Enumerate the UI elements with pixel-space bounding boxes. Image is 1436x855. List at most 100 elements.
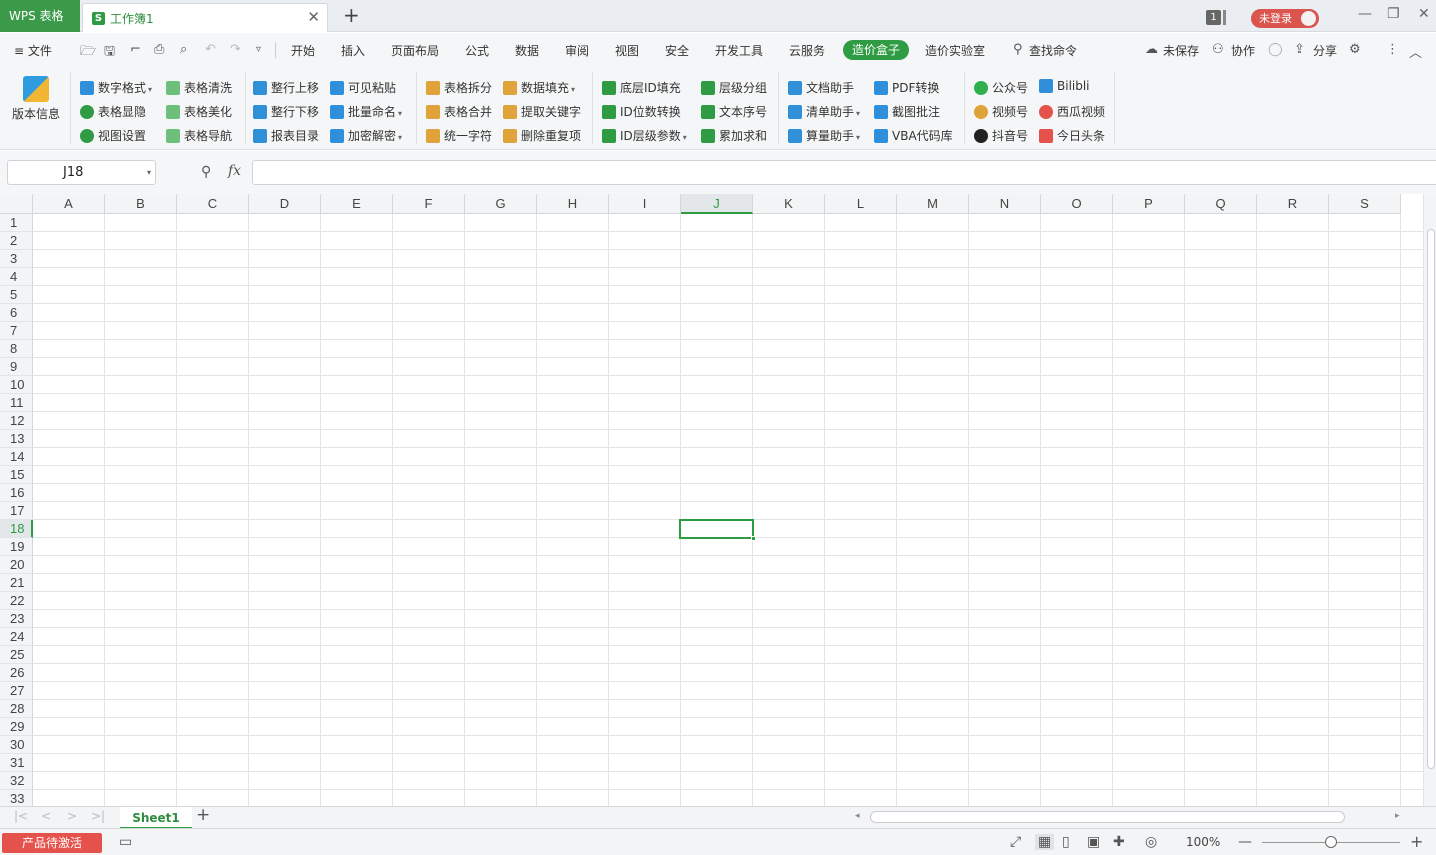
row-header[interactable]: 20 — [0, 556, 33, 574]
save-icon[interactable]: 🖫 — [104, 42, 115, 64]
row-header[interactable]: 3 — [0, 250, 33, 268]
print-preview-icon[interactable]: ⌕ — [180, 42, 187, 57]
video-account-button[interactable]: 视频号 — [974, 103, 1028, 121]
report-directory-button[interactable]: 报表目录 — [253, 127, 319, 145]
document-tab[interactable]: S 工作簿1 ✕ — [82, 3, 328, 32]
row-header[interactable]: 11 — [0, 394, 33, 412]
id-digits-convert-button[interactable]: ID位数转换 — [602, 103, 681, 121]
fullscreen-icon[interactable]: ⤢ — [1010, 834, 1021, 850]
collapse-ribbon-icon[interactable]: ︿ — [1409, 42, 1422, 61]
row-header[interactable]: 31 — [0, 754, 33, 772]
batch-rename-button[interactable]: 批量命名 ▾ — [330, 103, 402, 121]
next-sheet-icon[interactable]: > — [67, 809, 77, 823]
column-header[interactable]: B — [105, 194, 177, 214]
screenshot-annotate-button[interactable]: 截图批注 — [874, 103, 940, 121]
window-count-badge[interactable]: 1 — [1206, 10, 1221, 25]
encrypt-decrypt-button[interactable]: 加密解密 ▾ — [330, 127, 402, 145]
minimize-button[interactable]: — — [1358, 6, 1372, 22]
column-header[interactable]: D — [249, 194, 321, 214]
zoom-level[interactable]: 100% — [1186, 835, 1220, 849]
eye-protection-icon[interactable]: ◎ — [1145, 834, 1157, 850]
row-header[interactable]: 29 — [0, 718, 33, 736]
row-header[interactable]: 27 — [0, 682, 33, 700]
extract-keyword-button[interactable]: 提取关键字 — [503, 103, 581, 121]
print-icon[interactable]: ⎙ — [154, 42, 164, 57]
row-header[interactable]: 21 — [0, 574, 33, 592]
column-header[interactable]: L — [825, 194, 897, 214]
row-header[interactable]: 23 — [0, 610, 33, 628]
login-button[interactable]: 未登录 — [1251, 9, 1319, 28]
row-header[interactable]: 9 — [0, 358, 33, 376]
remove-duplicates-button[interactable]: 删除重复项 — [503, 127, 581, 145]
formula-input[interactable] — [252, 160, 1436, 185]
tab-cloud[interactable]: 云服务 — [789, 42, 825, 59]
first-sheet-icon[interactable]: |< — [14, 809, 28, 823]
cumulative-sum-button[interactable]: 累加求和 — [701, 127, 767, 145]
search-command[interactable]: 查找命令 — [1029, 42, 1077, 59]
restore-button[interactable]: ❐ — [1387, 6, 1400, 22]
row-header[interactable]: 17 — [0, 502, 33, 520]
row-header[interactable]: 1 — [0, 214, 33, 232]
tab-review[interactable]: 审阅 — [565, 42, 589, 59]
cell-area[interactable] — [33, 214, 1423, 806]
fx-icon[interactable]: fx — [228, 163, 241, 179]
scroll-left-icon[interactable]: ◂ — [855, 811, 860, 821]
row-header[interactable]: 12 — [0, 412, 33, 430]
tab-zaojia-box[interactable]: 造价盒子 — [843, 40, 909, 60]
column-header[interactable]: A — [33, 194, 105, 214]
open-icon[interactable]: 🗁 — [80, 42, 96, 64]
column-header[interactable]: S — [1329, 194, 1401, 214]
column-header[interactable]: H — [537, 194, 609, 214]
undo-icon[interactable]: ↶ — [205, 42, 216, 57]
xigua-video-button[interactable]: 西瓜视频 — [1039, 103, 1105, 121]
column-header[interactable]: E — [321, 194, 393, 214]
douyin-button[interactable]: 抖音号 — [974, 127, 1028, 145]
product-activate-button[interactable]: 产品待激活 — [2, 833, 102, 853]
last-sheet-icon[interactable]: >| — [91, 809, 105, 823]
level-group-button[interactable]: 层级分组 — [701, 79, 767, 97]
add-sheet-button[interactable]: + — [196, 805, 210, 825]
tab-formula[interactable]: 公式 — [465, 42, 489, 59]
column-header[interactable]: P — [1113, 194, 1185, 214]
tab-security[interactable]: 安全 — [665, 42, 689, 59]
column-header[interactable]: O — [1041, 194, 1113, 214]
column-header[interactable]: M — [897, 194, 969, 214]
table-clean-button[interactable]: 表格清洗 — [166, 79, 232, 97]
column-header[interactable]: R — [1257, 194, 1329, 214]
zoom-out-button[interactable]: — — [1238, 834, 1252, 850]
column-header[interactable]: G — [465, 194, 537, 214]
search-icon[interactable]: ⚲ — [1013, 42, 1023, 57]
move-row-up-button[interactable]: 整行上移 — [253, 79, 319, 97]
table-merge-button[interactable]: 表格合并 — [426, 103, 492, 121]
row-header[interactable]: 28 — [0, 700, 33, 718]
zoom-in-button[interactable]: + — [1410, 832, 1423, 851]
row-header[interactable]: 30 — [0, 736, 33, 754]
page-break-view-icon[interactable]: ▣ — [1087, 834, 1100, 850]
row-header[interactable]: 5 — [0, 286, 33, 304]
row-header[interactable]: 26 — [0, 664, 33, 682]
column-header[interactable]: C — [177, 194, 249, 214]
table-visibility-button[interactable]: 表格显隐 — [80, 103, 146, 121]
customize-toolbar-icon[interactable]: ▿ — [256, 44, 261, 55]
collab-button[interactable]: 协作 — [1231, 42, 1255, 59]
unify-char-button[interactable]: 统一字符 — [426, 127, 492, 145]
row-header[interactable]: 19 — [0, 538, 33, 556]
row-header[interactable]: 7 — [0, 322, 33, 340]
macro-record-icon[interactable]: ▭ — [119, 834, 132, 850]
tab-zaojia-lab[interactable]: 造价实验室 — [925, 42, 985, 59]
redo-icon[interactable]: ↷ — [230, 42, 241, 57]
view-settings-button[interactable]: 视图设置 — [80, 127, 146, 145]
number-format-button[interactable]: 数字格式 ▾ — [80, 79, 152, 97]
row-header[interactable]: 8 — [0, 340, 33, 358]
row-header[interactable]: 25 — [0, 646, 33, 664]
column-header[interactable]: K — [753, 194, 825, 214]
toutiao-button[interactable]: 今日头条 — [1039, 127, 1105, 145]
doc-assistant-button[interactable]: 文档助手 — [788, 79, 854, 97]
normal-view-icon[interactable]: ▦ — [1035, 834, 1055, 850]
tab-data[interactable]: 数据 — [515, 42, 539, 59]
tab-view[interactable]: 视图 — [615, 42, 639, 59]
column-header[interactable]: Q — [1185, 194, 1257, 214]
zoom-formula-icon[interactable]: ⚲ — [201, 164, 211, 180]
table-beautify-button[interactable]: 表格美化 — [166, 103, 232, 121]
row-header[interactable]: 18 — [0, 520, 33, 538]
